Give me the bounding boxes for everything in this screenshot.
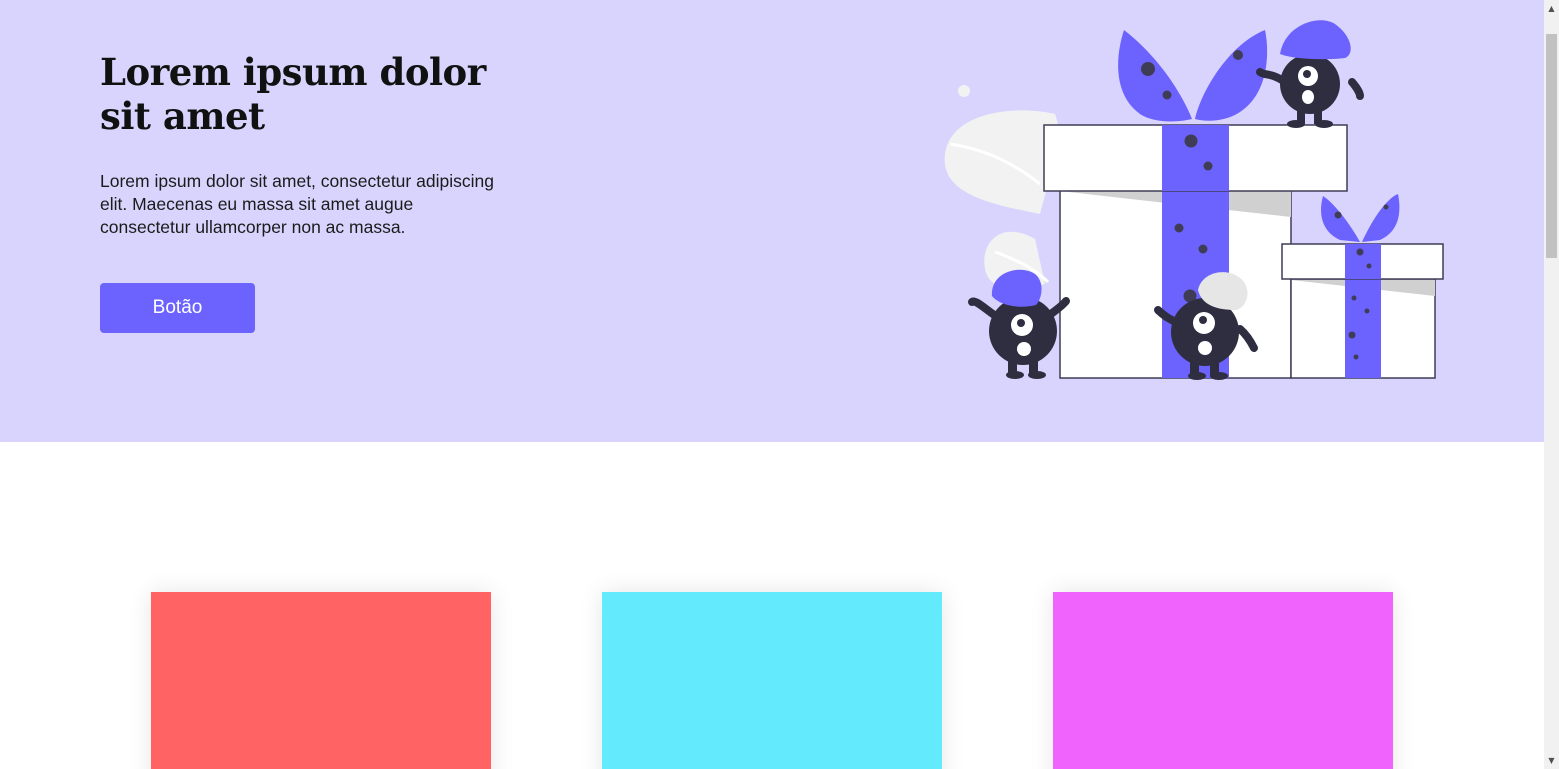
gift-bow-right bbox=[1195, 30, 1268, 121]
small-gift-bow-right bbox=[1362, 194, 1400, 242]
vertical-scrollbar[interactable]: ▲ ▼ bbox=[1544, 0, 1559, 769]
color-card-cyan bbox=[602, 592, 942, 769]
small-gift-bow-left bbox=[1321, 196, 1360, 242]
monster-top bbox=[1256, 20, 1364, 128]
dot bbox=[1353, 354, 1359, 360]
small-gift-lid-ribbon bbox=[1345, 244, 1381, 279]
dot bbox=[1162, 90, 1172, 100]
bubble bbox=[958, 85, 970, 97]
dot bbox=[1141, 62, 1155, 76]
dot bbox=[1356, 248, 1364, 256]
gift-bow-left bbox=[1118, 30, 1192, 122]
hero-description: Lorem ipsum dolor sit amet, consectetur … bbox=[100, 171, 494, 237]
color-card-red bbox=[151, 592, 491, 769]
dot bbox=[1348, 331, 1356, 339]
hero-section: Lorem ipsum dolor sit amet Lorem ipsum d… bbox=[0, 0, 1544, 442]
dot bbox=[1351, 295, 1357, 301]
dot bbox=[1383, 204, 1389, 210]
dot bbox=[1184, 134, 1198, 148]
scroll-up-icon[interactable]: ▲ bbox=[1544, 0, 1559, 17]
scroll-down-icon[interactable]: ▼ bbox=[1544, 752, 1559, 769]
scrollbar-thumb[interactable] bbox=[1546, 34, 1557, 258]
hero-title: Lorem ipsum dolor sit amet bbox=[100, 50, 486, 138]
hero-button[interactable]: Botão bbox=[100, 283, 255, 333]
dot bbox=[1198, 244, 1208, 254]
color-card-pink bbox=[1053, 592, 1393, 769]
dot bbox=[1203, 161, 1213, 171]
small-gift-ribbon bbox=[1345, 279, 1381, 378]
dot bbox=[1366, 263, 1372, 269]
dot bbox=[1364, 308, 1370, 314]
gift-illustration bbox=[944, 20, 1444, 380]
monster-left bbox=[968, 269, 1070, 379]
page: Lorem ipsum dolor sit amet Lorem ipsum d… bbox=[0, 0, 1544, 769]
leaf-shape bbox=[944, 110, 1059, 214]
dot bbox=[1233, 50, 1243, 60]
dot bbox=[1174, 223, 1184, 233]
gift-box-lid-ribbon bbox=[1162, 125, 1229, 191]
dot bbox=[1334, 211, 1342, 219]
